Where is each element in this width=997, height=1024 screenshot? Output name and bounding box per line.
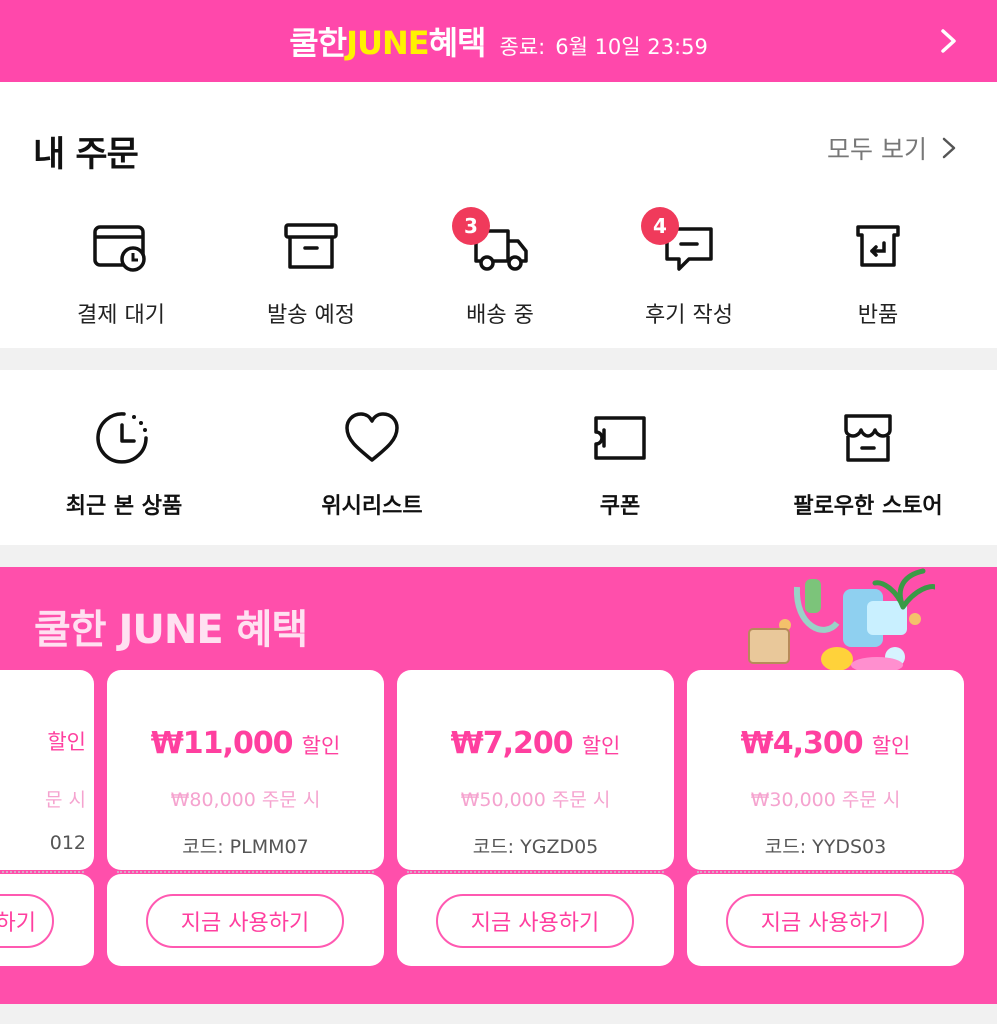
- coupon-min-order: ₩30,000 주문 시: [750, 789, 901, 811]
- chevron-right-icon[interactable]: [933, 24, 963, 58]
- shortcuts-section: 최근 본 상품 위시리스트 쿠폰 팔로우한 스토어: [0, 370, 997, 545]
- banner-text: 쿨한 JUNE 혜택 종료: 6월 10일 23:59: [289, 18, 708, 64]
- coupon-code: 012: [49, 832, 86, 854]
- banner-benefit-text: 혜택: [428, 24, 487, 62]
- coupon-discount: ₩11,000 할인: [107, 726, 384, 761]
- promo-title: 쿨한 JUNE 혜택: [34, 607, 308, 653]
- shortcut-label: 팔로우한 스토어: [793, 494, 943, 519]
- coupon-code: 코드: PLMM07: [182, 836, 309, 858]
- heart-icon: [345, 412, 399, 462]
- coupon-off-label: 할인: [581, 734, 621, 758]
- coupon-icon: [594, 416, 646, 460]
- coupon-card: ₩11,000 할인 ₩80,000 주문 시 코드: PLMM07 지금 사용…: [107, 670, 384, 966]
- review-count-badge: 4: [641, 207, 679, 245]
- order-status-payment-pending[interactable]: 결제 대기: [21, 217, 221, 329]
- banner-june-text: JUNE: [346, 24, 430, 62]
- use-now-button[interactable]: 지금 사용하기: [436, 894, 634, 948]
- order-status-returns[interactable]: 반품: [778, 217, 978, 329]
- my-orders-section: 내 주문 모두 보기 결제 대기 발송 예정 3 배송 중 4 후기 작성 반품: [0, 82, 997, 348]
- shortcut-wishlist[interactable]: 위시리스트: [252, 410, 492, 520]
- coupon-code: 코드: YGZD05: [472, 836, 599, 858]
- return-icon: [856, 225, 900, 267]
- coupon-min-order: ₩80,000 주문 시: [170, 789, 321, 811]
- order-status-label: 후기 작성: [645, 303, 733, 328]
- use-now-button[interactable]: 하기: [0, 894, 54, 948]
- coupon-code: 코드: YYDS03: [764, 836, 887, 858]
- coupon-min-order: ₩50,000 주문 시: [460, 789, 611, 811]
- shortcut-followed-stores[interactable]: 팔로우한 스토어: [748, 410, 988, 520]
- box-icon: [284, 223, 338, 269]
- order-status-label: 배송 중: [466, 303, 534, 328]
- coupon-discount: ₩7,200 할인: [397, 726, 674, 761]
- banner-cool-text: 쿨한: [289, 24, 347, 62]
- order-status-write-review[interactable]: 4 후기 작성: [589, 207, 789, 329]
- use-now-button[interactable]: 지금 사용하기: [146, 894, 344, 948]
- coupon-min-order: 문 시: [45, 789, 86, 811]
- coupon-off-label: 할인: [301, 734, 341, 758]
- shortcut-label: 최근 본 상품: [65, 494, 183, 519]
- order-status-in-delivery[interactable]: 3 배송 중: [400, 207, 600, 329]
- shortcut-label: 쿠폰: [599, 494, 641, 519]
- coupon-off-label: 할인: [871, 734, 911, 758]
- order-status-label: 반품: [857, 303, 899, 328]
- order-status-label: 결제 대기: [77, 303, 165, 328]
- coupon-card: ₩4,300 할인 ₩30,000 주문 시 코드: YYDS03 지금 사용하…: [687, 670, 964, 966]
- coupon-amount: ₩7,200: [450, 726, 574, 761]
- payment-pending-icon: [93, 225, 146, 272]
- coupon-promo-section: 쿨한 JUNE 혜택 할인 문 시 012 하기 ₩11,000 할인 ₩80,…: [0, 567, 997, 1004]
- banner-ends-label: 종료:: [499, 35, 546, 59]
- shortcut-label: 위시리스트: [321, 494, 423, 519]
- order-status-label: 발송 예정: [267, 303, 355, 328]
- coupon-amount: ₩4,300: [740, 726, 864, 761]
- coupon-discount: ₩4,300 할인: [687, 726, 964, 761]
- summer-items-illustration: [748, 568, 935, 673]
- order-status-scheduled[interactable]: 발송 예정: [211, 217, 411, 329]
- clock-icon: [96, 412, 148, 464]
- my-orders-title: 내 주문: [33, 135, 139, 175]
- promo-banner[interactable]: 쿨한 JUNE 혜택 종료: 6월 10일 23:59: [0, 0, 997, 82]
- coupon-card: ₩7,200 할인 ₩50,000 주문 시 코드: YGZD05 지금 사용하…: [397, 670, 674, 966]
- see-all-link[interactable]: 모두 보기: [827, 130, 957, 166]
- coupon-off-label: 할인: [47, 730, 86, 754]
- banner-end-date: 6월 10일 23:59: [555, 35, 708, 59]
- use-now-button[interactable]: 지금 사용하기: [726, 894, 924, 948]
- coupon-amount: ₩11,000: [150, 726, 294, 761]
- chevron-right-icon: [942, 137, 956, 159]
- shortcut-recently-viewed[interactable]: 최근 본 상품: [4, 410, 244, 520]
- shortcut-coupons[interactable]: 쿠폰: [500, 410, 740, 520]
- coupon-discount: 할인: [0, 726, 94, 756]
- store-icon: [844, 414, 892, 462]
- delivery-count-badge: 3: [452, 207, 490, 245]
- see-all-label: 모두 보기: [827, 135, 927, 164]
- coupon-card: 할인 문 시 012 하기: [0, 670, 94, 966]
